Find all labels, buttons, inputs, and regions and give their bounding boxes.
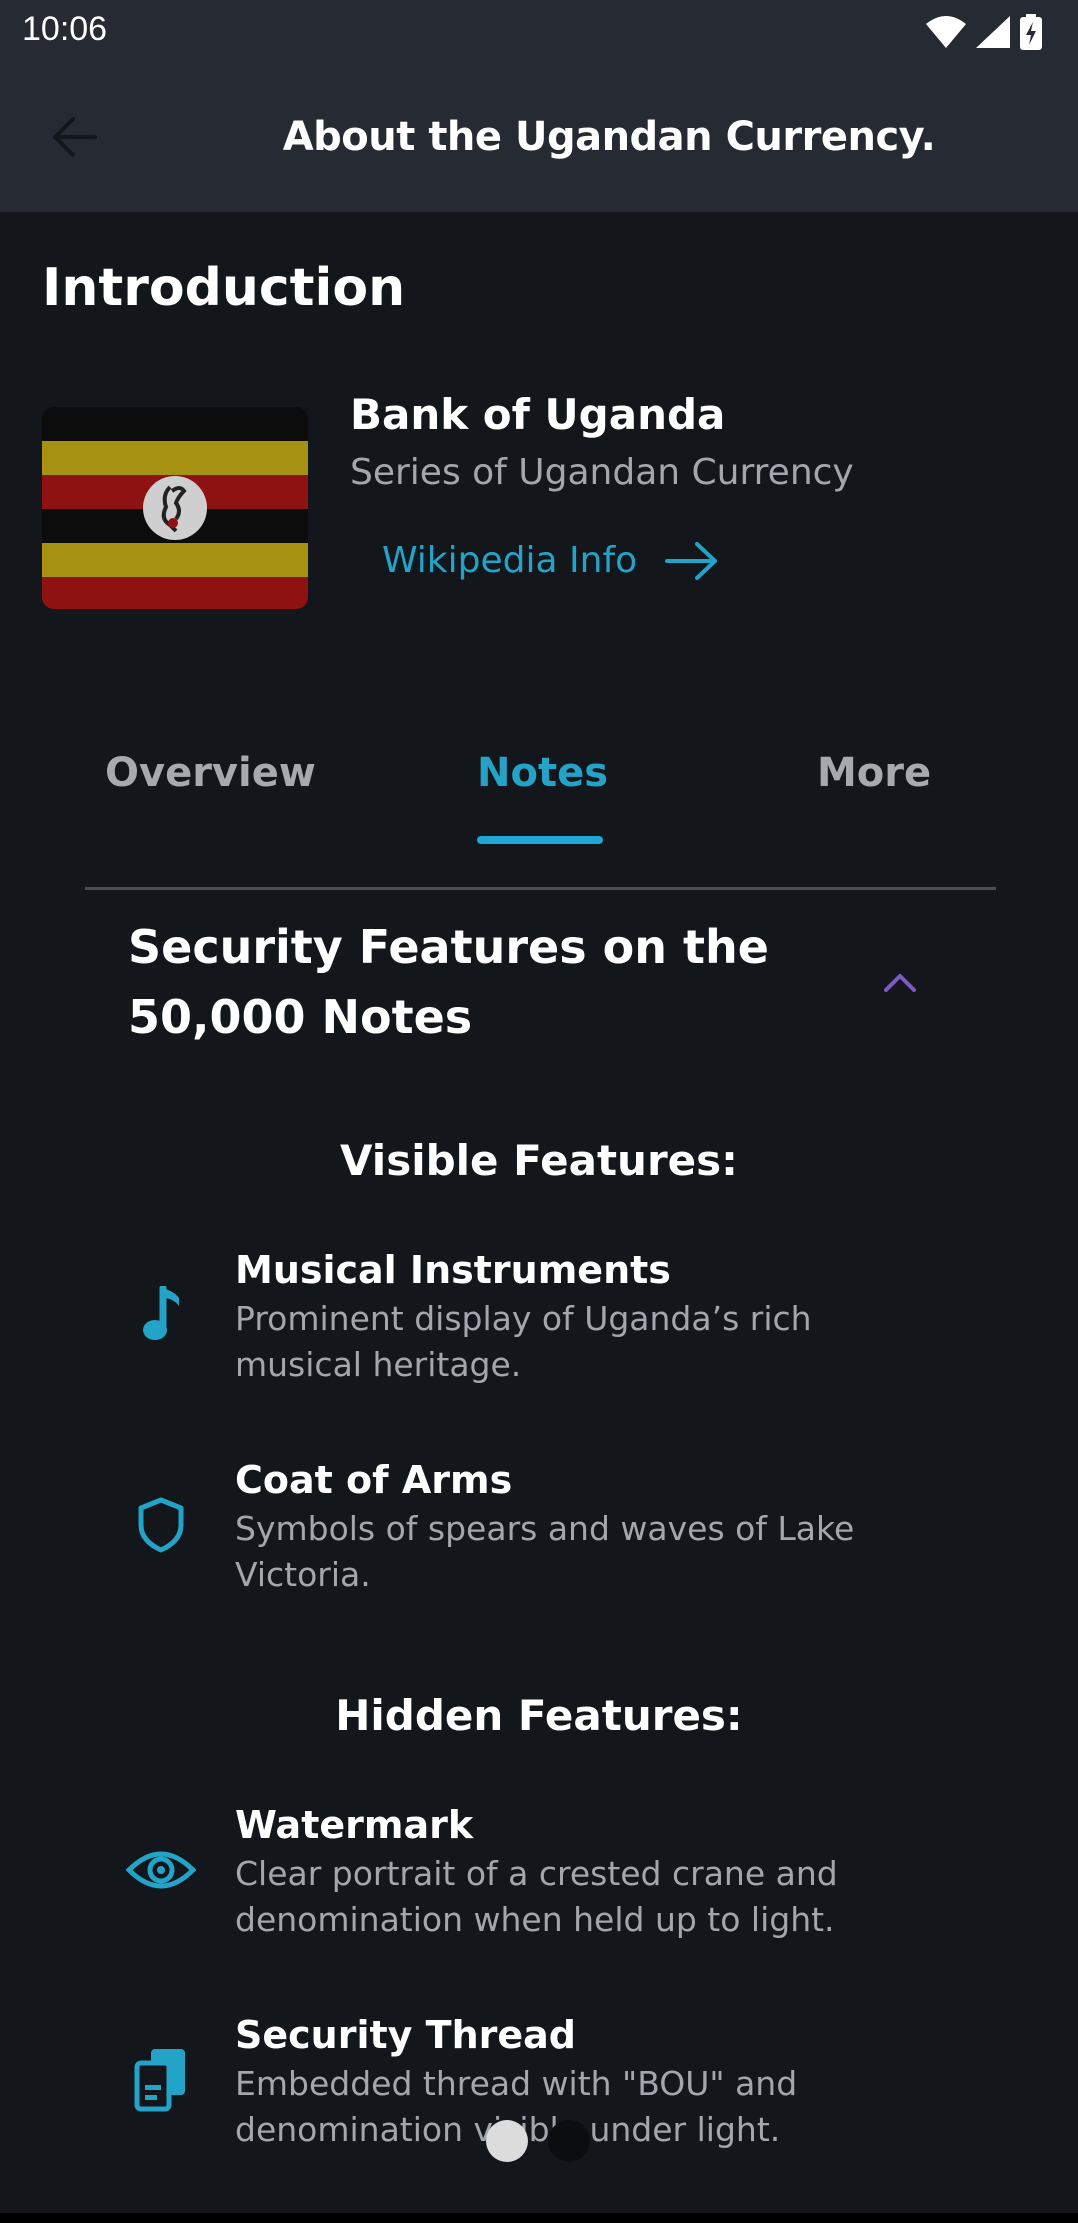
status-bar: 10:06 — [0, 0, 1078, 62]
wikipedia-info-link[interactable]: Wikipedia Info — [382, 540, 719, 581]
page-dot-active[interactable] — [486, 2120, 528, 2162]
feature-title: Security Thread — [235, 2013, 576, 2057]
feature-title: Musical Instruments — [235, 1248, 671, 1292]
feature-description: Prominent display of Uganda’s rich music… — [235, 1299, 812, 1384]
section-title: Introduction — [42, 258, 406, 318]
signal-icon — [976, 16, 1010, 48]
tab-more[interactable]: More — [817, 750, 931, 796]
feature-title: Watermark — [235, 1803, 474, 1847]
feature-title: Coat of Arms — [235, 1458, 513, 1502]
shield-icon — [130, 1494, 192, 1556]
active-tab-indicator — [477, 836, 603, 844]
accordion-toggle[interactable] — [872, 962, 928, 1002]
tab-notes[interactable]: Notes — [477, 750, 608, 796]
page-indicator — [486, 2120, 590, 2162]
hidden-features-heading: Hidden Features: — [335, 1691, 743, 1740]
arrow-left-icon — [53, 117, 97, 157]
app-bar: About the Ugandan Currency. — [0, 62, 1078, 212]
feature-description: Clear portrait of a crested crane and de… — [235, 1854, 838, 1939]
status-icons — [926, 14, 1042, 50]
tab-overview[interactable]: Overview — [105, 750, 316, 796]
tab-bar: Overview Notes More — [85, 750, 995, 890]
navigation-bar — [0, 2213, 1078, 2223]
eye-icon — [124, 1839, 198, 1901]
battery-charging-icon — [1020, 14, 1042, 50]
page-title: About the Ugandan Currency. — [282, 114, 936, 160]
wifi-icon — [926, 16, 966, 48]
bank-name: Bank of Uganda — [350, 390, 726, 439]
page-dot[interactable] — [548, 2120, 590, 2162]
music-note-icon — [130, 1284, 192, 1346]
thread-card-icon — [130, 2049, 192, 2112]
status-time: 10:06 — [22, 10, 108, 48]
wikipedia-info-label: Wikipedia Info — [382, 540, 638, 581]
feature-description: Symbols of spears and waves of Lake Vict… — [235, 1509, 855, 1594]
visible-features-heading: Visible Features: — [340, 1136, 738, 1185]
bank-subtitle: Series of Ugandan Currency — [350, 452, 854, 493]
chevron-up-icon — [884, 974, 916, 992]
back-button[interactable] — [44, 110, 104, 164]
arrow-right-icon — [665, 541, 718, 580]
accordion-title[interactable]: Security Features on the 50,000 Notes — [128, 912, 778, 1052]
tab-divider — [85, 887, 996, 890]
uganda-flag-image — [42, 407, 308, 609]
